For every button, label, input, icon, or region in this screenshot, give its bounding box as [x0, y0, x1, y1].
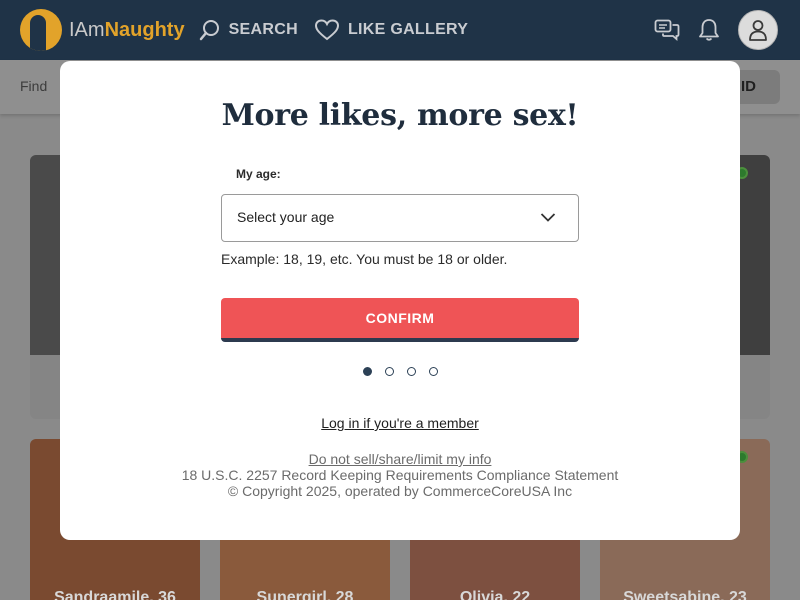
nav-search-label: SEARCH: [228, 21, 298, 38]
age-select[interactable]: Select your age: [221, 194, 579, 242]
chevron-down-icon: [540, 213, 556, 222]
age-hint: Example: 18, 19, etc. You must be 18 or …: [221, 251, 508, 267]
nav-search[interactable]: SEARCH: [199, 19, 298, 41]
login-link[interactable]: Log in if you're a member: [321, 415, 479, 431]
do-not-sell-link[interactable]: Do not sell/share/limit my info: [309, 451, 492, 467]
step-dot: [428, 367, 438, 376]
notifications-button[interactable]: [698, 18, 720, 42]
bell-icon: [699, 19, 719, 41]
filter-find-label: Find: [20, 78, 48, 94]
age-verification-modal: More likes, more sex! My age: Select you…: [60, 61, 740, 540]
age-select-placeholder: Select your age: [237, 209, 335, 225]
nav-like-gallery-label: LIKE GALLERY: [347, 21, 469, 38]
age-label: My age:: [236, 167, 281, 181]
profile-name: Olivia, 22: [459, 589, 531, 600]
messages-button[interactable]: [654, 19, 680, 41]
chat-icon: [654, 19, 680, 41]
copyright-text: © Copyright 2025, operated by CommerceCo…: [227, 483, 573, 499]
user-avatar-button[interactable]: [738, 10, 778, 50]
profile-name: Sweetsabine, 23: [623, 589, 747, 600]
header-actions: [654, 10, 778, 50]
profile-name: Sunergirl, 28: [256, 589, 354, 600]
logo-prefix: IAm: [69, 18, 105, 41]
login-link-wrapper: Log in if you're a member: [60, 415, 740, 431]
nav-like-gallery[interactable]: LIKE GALLERY: [314, 19, 468, 41]
step-indicator: [60, 367, 740, 376]
compliance-statement-link[interactable]: 18 U.S.C. 2257 Record Keeping Requiremen…: [60, 467, 740, 483]
top-navigation-bar: IAmNaughty SEARCH LIKE GALLERY: [0, 0, 800, 60]
heart-icon: [314, 19, 339, 41]
logo-highlight: Naughty: [104, 18, 185, 41]
step-dot: [406, 367, 416, 376]
site-logo[interactable]: IAmNaughty: [20, 9, 185, 51]
search-icon: [199, 20, 219, 41]
step-dot: [384, 367, 394, 376]
modal-title: More likes, more sex!: [221, 98, 579, 133]
modal-footer: Do not sell/share/limit my info 18 U.S.C…: [60, 451, 740, 499]
logo-text: IAmNaughty: [69, 19, 185, 42]
step-dot-active: [362, 367, 372, 376]
profile-name: Sandraamile, 36: [54, 589, 176, 600]
confirm-button[interactable]: CONFIRM: [221, 298, 579, 342]
user-avatar-icon: [749, 20, 767, 41]
logo-mark-icon: [20, 9, 62, 51]
